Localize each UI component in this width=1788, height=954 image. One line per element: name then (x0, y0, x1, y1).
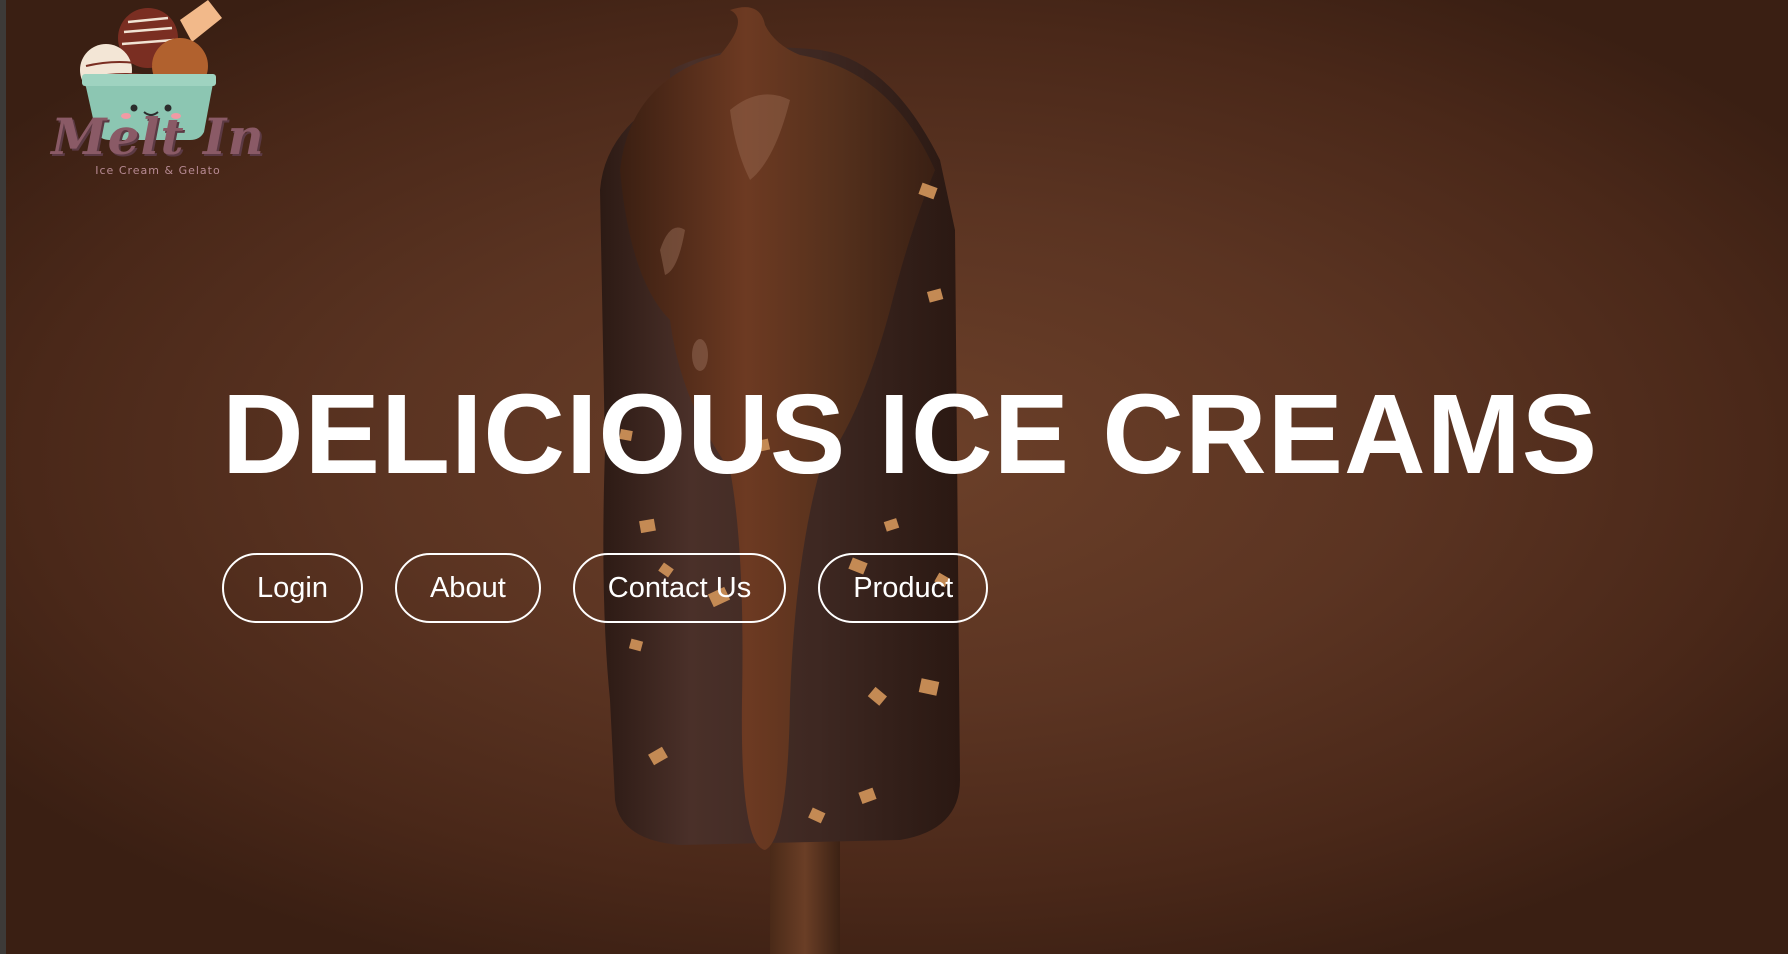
login-button[interactable]: Login (222, 553, 363, 623)
site-logo[interactable]: Melt In Ice Cream & Gelato (30, 0, 280, 180)
window-edge (0, 0, 6, 954)
contact-us-button[interactable]: Contact Us (572, 553, 787, 623)
logo-title: Melt In (51, 107, 265, 166)
hero-section: Melt In Ice Cream & Gelato DELICIOUS ICE… (0, 0, 1788, 954)
main-nav: Login About Contact Us Product (222, 553, 989, 623)
logo-subtitle: Ice Cream & Gelato (95, 164, 221, 177)
about-button[interactable]: About (394, 553, 541, 623)
product-button[interactable]: Product (818, 553, 989, 623)
hero-headline: DELICIOUS ICE CREAMS (222, 371, 1599, 497)
